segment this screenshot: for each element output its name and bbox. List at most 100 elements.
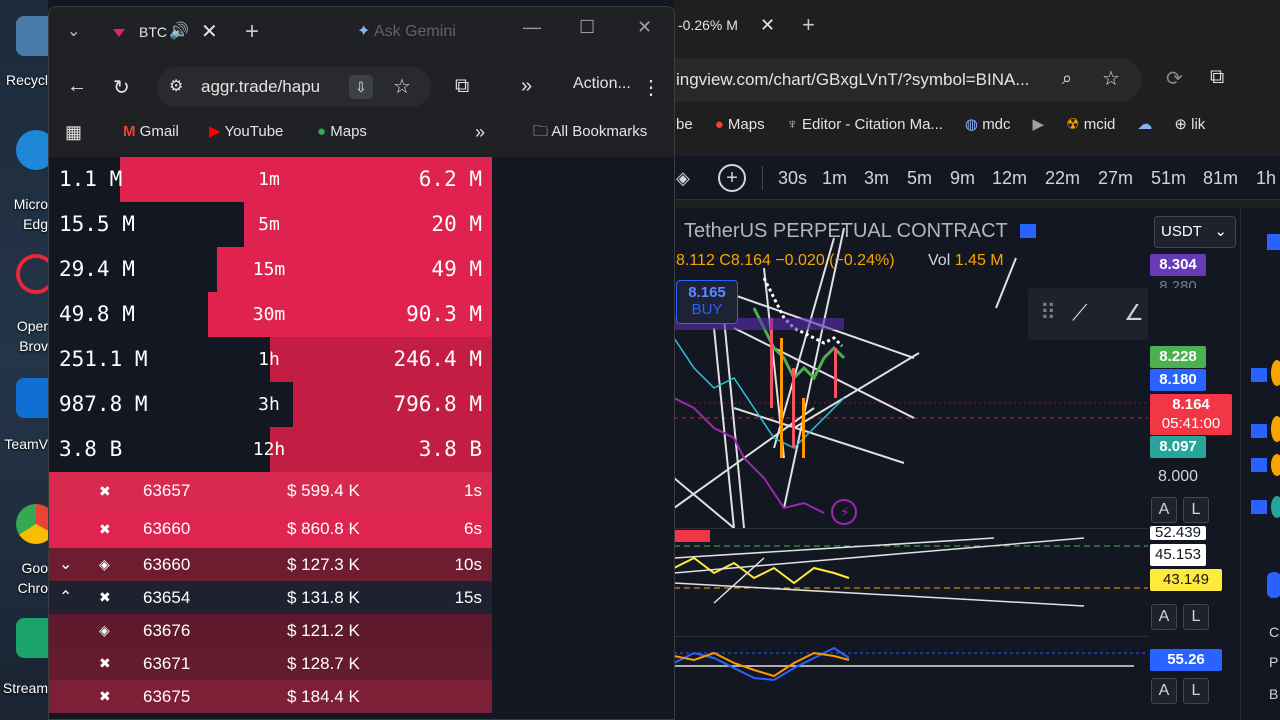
zoom-icon[interactable]: ⌕	[1062, 68, 1072, 89]
speaker-icon[interactable]: 🔊	[169, 13, 189, 51]
auto-scale-button[interactable]: A	[1151, 497, 1177, 523]
bookmark-item[interactable]: ⊕ lik	[1174, 108, 1205, 142]
countdown-label: 05:41:00	[1150, 413, 1232, 435]
maximize-button[interactable]: ☐	[579, 17, 595, 38]
auto-scale-button[interactable]: A	[1151, 678, 1177, 704]
buy-volume: 29.4 M	[59, 257, 135, 281]
chrome-icon[interactable]: Goo Chro	[0, 500, 56, 610]
bookmark-item[interactable]: ▶	[1033, 108, 1045, 142]
timeframe-9m[interactable]: 9m	[950, 156, 975, 200]
trade-row[interactable]: ⌄ ◈ 63660 $ 127.3 K 10s	[49, 548, 492, 581]
trade-row[interactable]: ✖ 63660 $ 860.8 K 6s	[49, 510, 492, 548]
bookmark-item[interactable]: ☁	[1137, 108, 1152, 142]
trend-line-icon[interactable]: ⟋	[1072, 300, 1087, 326]
aggr-content: 1.1 M 1m 6.2 M 15.5 M 5m 20 M 29.4 M 15m 49 M 49.…	[49, 157, 674, 719]
currency-select[interactable]: USDT ⌄	[1154, 216, 1236, 248]
coin-icon[interactable]	[1271, 416, 1280, 442]
flag-icon[interactable]	[1251, 500, 1267, 514]
timeframe-12m[interactable]: 12m	[992, 156, 1027, 200]
timeframe-81m[interactable]: 81m	[1203, 156, 1238, 200]
minimize-button[interactable]: —	[523, 17, 541, 38]
extensions-icon[interactable]: ⧉	[455, 75, 469, 98]
share-icon[interactable]: ⧉	[1210, 66, 1224, 89]
apps-grid-icon[interactable]: ▦	[65, 115, 82, 149]
stats-row: 3.8 B 12h 3.8 B	[49, 427, 492, 472]
close-tab-icon[interactable]: ✕	[760, 8, 775, 42]
flag-icon[interactable]	[1020, 224, 1036, 238]
timeframe-1m[interactable]: 1m	[822, 156, 847, 200]
bookmark-maps[interactable]: ● Maps	[317, 115, 367, 149]
install-app-icon[interactable]: ⇩	[349, 75, 373, 99]
price-label: 8.304	[1150, 254, 1206, 276]
log-scale-button[interactable]: L	[1183, 678, 1209, 704]
trade-row[interactable]: ⌃ ✖ 63654 $ 131.8 K 15s	[49, 581, 492, 614]
timeframe-30s[interactable]: 30s	[778, 156, 807, 200]
extension-icon[interactable]: ⟳	[1166, 66, 1183, 91]
action-button[interactable]: Action...	[573, 75, 631, 93]
timeframe-5m[interactable]: 5m	[907, 156, 932, 200]
new-tab-button[interactable]: +	[245, 13, 259, 51]
trade-row[interactable]: ✖ 63671 $ 128.7 K	[49, 647, 492, 680]
sell-volume: 90.3 M	[406, 302, 482, 326]
stream-icon[interactable]: Stream	[0, 618, 56, 708]
watchlist-icon[interactable]	[1267, 234, 1280, 250]
site-info-icon[interactable]: ⚙	[169, 67, 183, 107]
drag-handle-icon[interactable]: ⠿	[1040, 300, 1056, 326]
bookmark-item[interactable]: ♆ Editor - Citation Ma...	[787, 108, 943, 142]
more-bookmarks-icon[interactable]: »	[475, 115, 485, 149]
coin-icon[interactable]	[1271, 454, 1280, 476]
bookmark-star-icon[interactable]: ☆	[1102, 66, 1120, 91]
okx-icon: ✖	[99, 521, 111, 537]
gemini-icon: ✦	[357, 23, 371, 40]
flag-icon[interactable]	[1251, 458, 1267, 472]
teamviewer-icon[interactable]: TeamV	[0, 374, 56, 464]
auto-scale-button[interactable]: A	[1151, 604, 1177, 630]
trade-row[interactable]: ◈ 63676 $ 121.2 K	[49, 614, 492, 647]
timeframe-51m[interactable]: 51m	[1151, 156, 1186, 200]
bookmark-item[interactable]: ☢ mcid	[1066, 108, 1115, 142]
buy-button[interactable]: 8.165 BUY	[676, 280, 738, 324]
all-bookmarks-button[interactable]: 🗀 All Bookmarks	[533, 115, 647, 149]
timeframe-3m[interactable]: 3m	[864, 156, 889, 200]
bookmark-item[interactable]: ● Maps	[715, 108, 765, 142]
trade-row[interactable]: ✖ 63657 $ 599.4 K 1s	[49, 472, 492, 510]
price-scale[interactable]: 8.304 8.280 8.228 8.180 8.164 05:41:00 8…	[1148, 208, 1240, 720]
angle-tool-icon[interactable]: ∠	[1124, 300, 1144, 326]
close-tab-icon[interactable]: ✕	[201, 13, 218, 51]
bookmark-item[interactable]: be	[676, 108, 693, 142]
trade-price: 63671	[143, 654, 191, 673]
recycle-bin-icon[interactable]: Recycl	[0, 10, 56, 90]
alert-icon[interactable]: ◈	[676, 168, 690, 189]
coin-icon[interactable]	[1271, 496, 1280, 518]
close-window-button[interactable]: ✕	[637, 17, 652, 38]
bookmark-item[interactable]: ◍ mdc	[965, 108, 1011, 142]
menu-icon[interactable]: ⋮	[641, 75, 661, 100]
opera-icon[interactable]: Oper Brov	[0, 250, 56, 360]
back-icon[interactable]: ←	[67, 75, 87, 98]
price-chart[interactable]: ⚡ TetherUS PERPETUAL CONTRACT 8.112 C8.1…	[674, 208, 1148, 720]
more-extensions-icon[interactable]: »	[521, 75, 532, 98]
flag-icon[interactable]	[1251, 368, 1267, 382]
log-scale-button[interactable]: L	[1183, 497, 1209, 523]
gemini-button[interactable]: ✦ Ask Gemini	[357, 21, 456, 41]
bookmark-youtube[interactable]: ▶ YouTube	[209, 115, 283, 149]
timeframe-22m[interactable]: 22m	[1045, 156, 1080, 200]
bookmark-gmail[interactable]: M Gmail	[123, 115, 179, 149]
tab-search-icon[interactable]: ⌄	[67, 21, 80, 41]
price-label: 8.180	[1150, 369, 1206, 391]
log-scale-button[interactable]: L	[1183, 604, 1209, 630]
trade-row[interactable]: ✖ 63675 $ 184.4 K	[49, 680, 492, 713]
new-tab-button[interactable]: +	[802, 8, 815, 42]
add-compare-button[interactable]: +	[718, 164, 746, 192]
panel-icon[interactable]	[1267, 572, 1280, 598]
reload-icon[interactable]: ↻	[113, 75, 130, 100]
timeframe-27m[interactable]: 27m	[1098, 156, 1133, 200]
sell-volume: 3.8 B	[418, 437, 482, 461]
buy-volume: 15.5 M	[59, 212, 135, 236]
coin-icon[interactable]	[1271, 360, 1280, 386]
address-bar[interactable]: ⚙ aggr.trade/hapu ⇩ ☆	[157, 67, 431, 107]
timeframe-1h[interactable]: 1h	[1256, 156, 1276, 200]
bookmark-star-icon[interactable]: ☆	[393, 67, 411, 107]
flag-icon[interactable]	[1251, 424, 1267, 438]
edge-icon[interactable]: Micro Edg	[0, 126, 56, 236]
